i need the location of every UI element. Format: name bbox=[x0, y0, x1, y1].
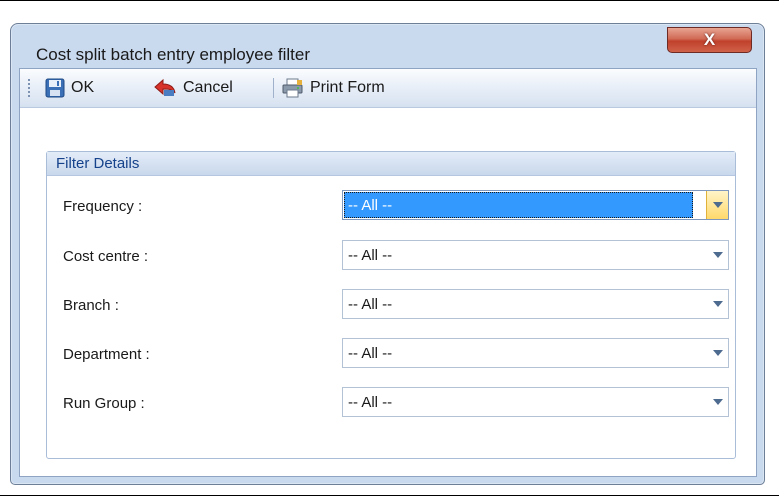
dialog-window: Cost split batch entry employee filter X… bbox=[10, 23, 765, 485]
run-group-value: -- All -- bbox=[348, 394, 393, 411]
branch-label: Branch : bbox=[63, 297, 119, 314]
department-value: -- All -- bbox=[348, 345, 393, 362]
frequency-select[interactable]: -- All -- bbox=[342, 190, 729, 220]
cost-centre-label: Cost centre : bbox=[63, 248, 149, 265]
save-disk-icon bbox=[45, 78, 65, 98]
close-button[interactable]: X bbox=[667, 27, 752, 53]
toolbar: OK Cancel Print Form bbox=[20, 69, 756, 108]
chevron-down-icon bbox=[713, 399, 723, 405]
cancel-label: Cancel bbox=[183, 79, 233, 96]
frequency-dropdown-button[interactable] bbox=[706, 191, 728, 219]
ok-button[interactable]: OK bbox=[45, 76, 94, 100]
branch-select[interactable]: -- All -- bbox=[342, 289, 729, 319]
chevron-down-icon bbox=[713, 350, 723, 356]
chevron-down-icon bbox=[713, 301, 723, 307]
department-label: Department : bbox=[63, 346, 150, 363]
chevron-down-icon bbox=[713, 252, 723, 258]
frequency-label: Frequency : bbox=[63, 198, 143, 215]
dialog-content: OK Cancel Print Form Filter Details Freq… bbox=[19, 68, 757, 477]
printer-icon bbox=[282, 78, 303, 98]
branch-value: -- All -- bbox=[348, 296, 393, 313]
cost-centre-select[interactable]: -- All -- bbox=[342, 240, 729, 270]
frequency-value: -- All -- bbox=[348, 197, 393, 214]
department-select[interactable]: -- All -- bbox=[342, 338, 729, 368]
top-border-line bbox=[0, 0, 779, 1]
toolbar-separator bbox=[273, 78, 274, 98]
print-form-label: Print Form bbox=[310, 79, 385, 96]
toolbar-grip[interactable] bbox=[28, 79, 31, 98]
window-title: Cost split batch entry employee filter bbox=[36, 45, 311, 64]
close-icon: X bbox=[703, 30, 716, 49]
chevron-down-icon bbox=[713, 202, 723, 208]
cost-centre-value: -- All -- bbox=[348, 247, 393, 264]
run-group-select[interactable]: -- All -- bbox=[342, 387, 729, 417]
run-group-label: Run Group : bbox=[63, 395, 145, 412]
title-bar[interactable]: Cost split batch entry employee filter X bbox=[11, 24, 764, 68]
ok-label: OK bbox=[71, 79, 95, 96]
selection-highlight bbox=[344, 192, 693, 218]
undo-arrow-icon bbox=[154, 78, 176, 96]
print-form-button[interactable]: Print Form bbox=[282, 76, 385, 100]
filter-details-group: Filter Details Frequency : -- All -- Cos… bbox=[46, 151, 736, 459]
cancel-button[interactable]: Cancel bbox=[153, 76, 233, 100]
filter-details-header: Filter Details bbox=[47, 152, 735, 176]
